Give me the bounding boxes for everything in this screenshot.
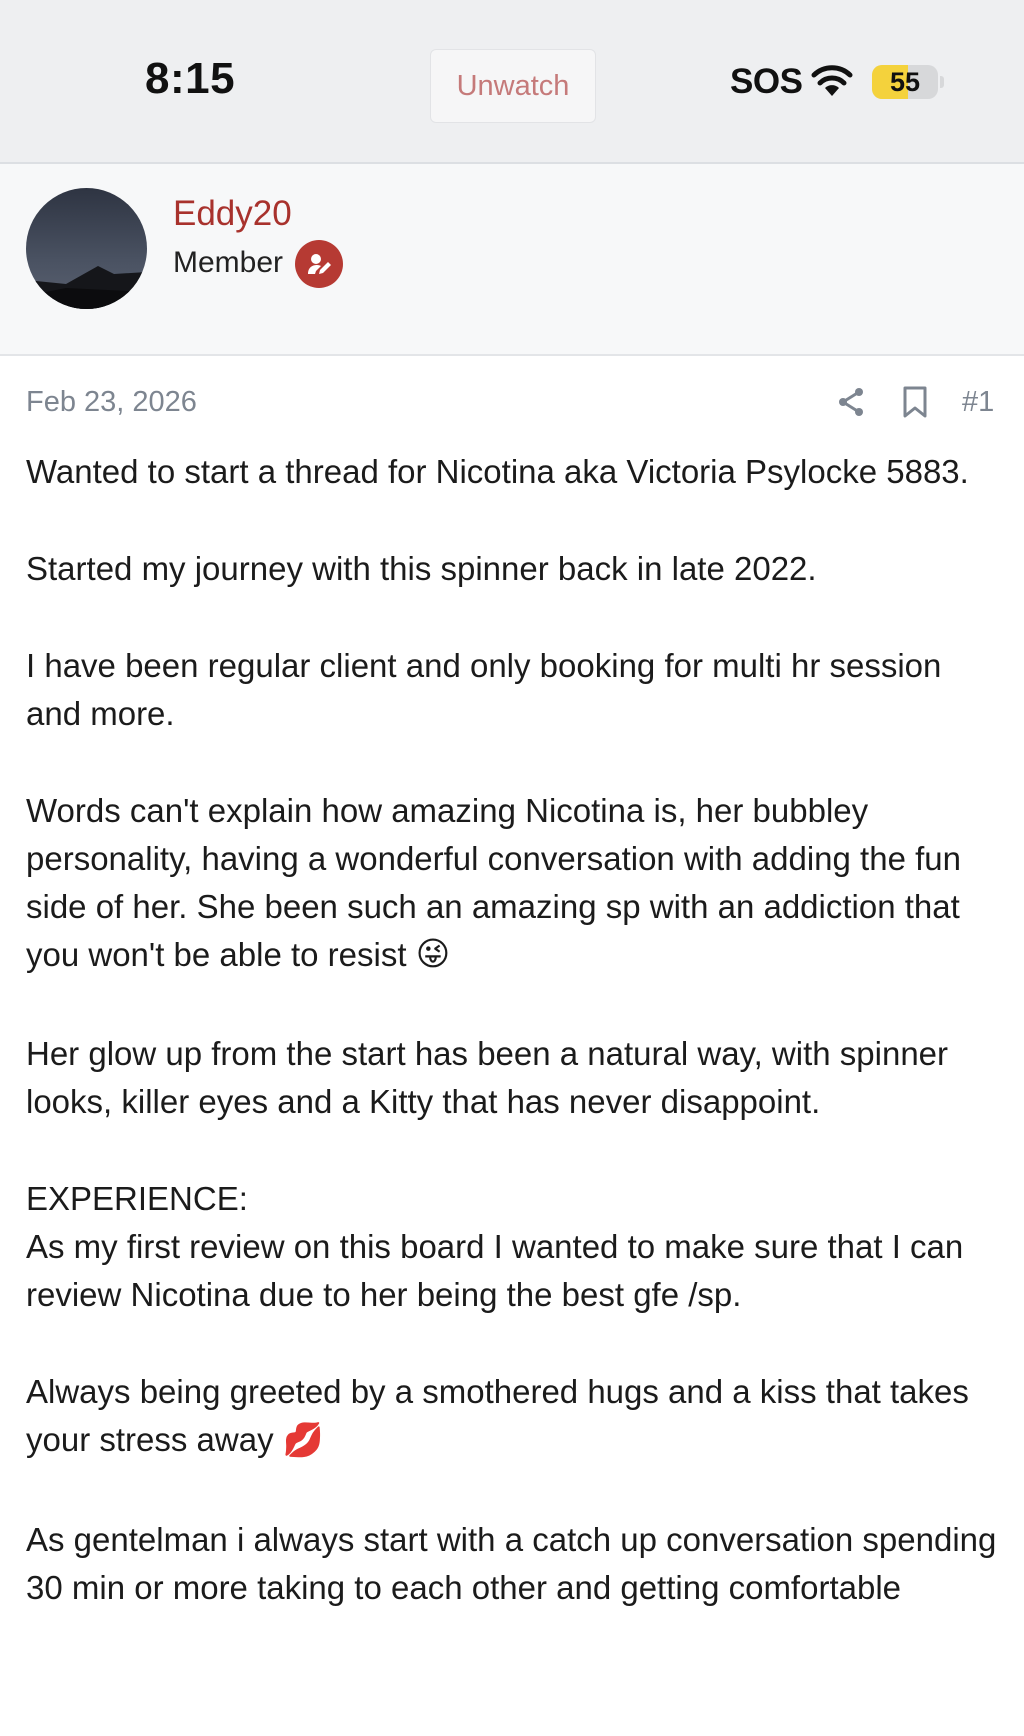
status-time: 8:15 [145, 54, 236, 103]
post-paragraph: Always being greeted by a smothered hugs… [26, 1368, 1001, 1466]
bookmark-icon[interactable] [902, 385, 928, 419]
status-bar: 8:15 Unwatch SOS 55 [0, 0, 1024, 164]
battery-level: 55 [889, 66, 921, 97]
battery-indicator: 55 [872, 65, 938, 99]
post-paragraph: As gentelman i always start with a catch… [26, 1520, 997, 1606]
avatar[interactable] [26, 188, 147, 309]
kiss-mark-emoji-icon: 💋 [282, 1420, 324, 1458]
wifi-icon [811, 65, 853, 96]
author-username[interactable]: Eddy20 [173, 194, 292, 234]
battery-tip [940, 76, 944, 88]
post-paragraph: EXPERIENCE: As my first review on this bo… [26, 1175, 1001, 1319]
pen-badge-icon [295, 240, 343, 288]
post-paragraph-text: Words can't explain how amazing Nicotina… [26, 792, 961, 973]
sos-indicator: SOS [730, 62, 803, 101]
post-paragraph: Wanted to start a thread for Nicotina ak… [26, 453, 969, 490]
post-paragraph: Words can't explain how amazing Nicotina… [26, 787, 1001, 981]
post-author-header: Eddy20 Member [0, 164, 1024, 356]
post-body: Wanted to start a thread for Nicotina ak… [26, 448, 1001, 1612]
avatar-image [26, 188, 147, 309]
winking-tongue-emoji-icon: 😜 [415, 935, 451, 973]
post-paragraph-text: As my first review on this board I wante… [26, 1228, 964, 1314]
experience-heading: EXPERIENCE: [26, 1180, 248, 1218]
share-icon[interactable] [836, 385, 866, 419]
unwatch-button[interactable]: Unwatch [430, 49, 596, 123]
post-paragraph-text: Always being greeted by a smothered hugs… [26, 1373, 969, 1459]
post-paragraph: Her glow up from the start has been a na… [26, 1035, 949, 1121]
post-paragraph: Started my journey with this spinner bac… [26, 550, 817, 587]
author-role: Member [173, 246, 284, 279]
post-date[interactable]: Feb 23, 2026 [26, 386, 197, 419]
post-number-link[interactable]: #1 [962, 386, 994, 419]
post-paragraph: I have been regular client and only book… [26, 647, 942, 732]
